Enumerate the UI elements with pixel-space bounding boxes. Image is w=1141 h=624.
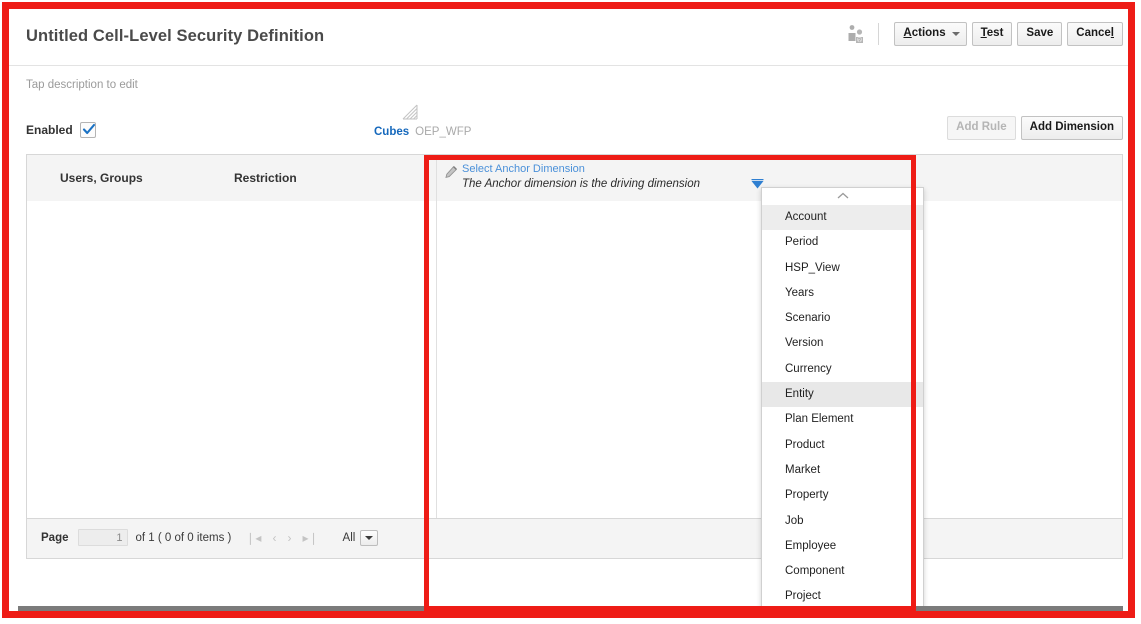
enabled-checkbox[interactable] xyxy=(79,122,96,138)
cancel-button[interactable]: Cancel xyxy=(1067,22,1123,46)
table-body xyxy=(27,201,1122,519)
next-page-icon[interactable]: › xyxy=(287,532,291,544)
add-rule-button[interactable]: Add Rule xyxy=(947,116,1016,140)
dropdown-item[interactable]: Plan Element xyxy=(762,407,923,432)
pencil-edit-icon[interactable] xyxy=(444,165,458,184)
select-anchor-dimension-link[interactable]: Select Anchor Dimension xyxy=(462,163,585,175)
save-label: Save xyxy=(1026,27,1054,39)
dropdown-item[interactable]: Entity xyxy=(762,382,923,408)
header-toolbar: ? Actions Test Save Cancel xyxy=(844,22,1123,46)
actions-accesskey: A xyxy=(903,27,912,39)
actions-button[interactable]: Actions xyxy=(894,22,967,46)
cubes-value: OEP_WFP xyxy=(415,126,472,138)
rows-per-page-selector[interactable]: All xyxy=(342,529,379,546)
horizontal-scrollbar[interactable] xyxy=(18,606,1123,615)
column-header-users-groups[interactable]: Users, Groups xyxy=(60,171,143,185)
dropdown-item[interactable]: Product xyxy=(762,433,923,458)
scrollbar-thumb[interactable] xyxy=(18,606,1123,615)
page-title: Untitled Cell-Level Security Definition xyxy=(26,27,325,45)
page-number-input[interactable]: 1 xyxy=(77,529,128,546)
dropdown-item[interactable]: Component xyxy=(762,559,923,584)
test-button[interactable]: Test xyxy=(971,22,1013,46)
users-icon[interactable]: ? xyxy=(844,23,868,45)
table-footer: Page 1 of 1 ( 0 of 0 items ) ❘◂ ‹ › ▸❘ A… xyxy=(27,518,1122,558)
page-total-text: of 1 ( 0 of 0 items ) xyxy=(135,531,232,544)
dropdown-item[interactable]: Version xyxy=(762,331,923,356)
chevron-down-icon xyxy=(951,32,960,36)
toolbar-divider xyxy=(878,23,880,45)
meta-row: Enabled Cubes OEP_WFP Add Rule Add Dimen… xyxy=(9,101,1132,149)
test-label: est xyxy=(986,27,1004,39)
rows-per-page-label: All xyxy=(342,531,356,544)
add-rule-label: Add Rule xyxy=(956,121,1007,133)
svg-text:?: ? xyxy=(858,38,861,44)
add-dimension-label: Add Dimension xyxy=(1029,121,1114,133)
anchor-dimension-hint: The Anchor dimension is the driving dime… xyxy=(462,178,701,190)
enabled-field: Enabled xyxy=(26,122,96,138)
cancel-label: Cance xyxy=(1076,27,1111,39)
chevron-up-icon xyxy=(837,192,848,199)
page-header: Untitled Cell-Level Security Definition … xyxy=(9,9,1132,66)
dropdown-item[interactable]: Years xyxy=(762,281,923,306)
first-page-icon[interactable]: ❘◂ xyxy=(245,532,261,544)
dropdown-item[interactable]: Account xyxy=(762,205,923,231)
enabled-label: Enabled xyxy=(26,123,73,137)
page-label: Page xyxy=(41,531,69,544)
dropdown-item[interactable]: HSP_View xyxy=(762,256,923,281)
security-rules-table: Users, Groups Restriction Select Anchor … xyxy=(26,154,1123,559)
meta-buttons: Add Rule Add Dimension xyxy=(942,116,1123,140)
pagination-control: Page 1 of 1 ( 0 of 0 items ) ❘◂ ‹ › ▸❘ A… xyxy=(41,529,379,546)
cubes-line: Cubes OEP_WFP xyxy=(374,126,471,138)
dropdown-item[interactable]: Market xyxy=(762,458,923,483)
pagination-nav-buttons: ❘◂ ‹ › ▸❘ xyxy=(245,532,318,544)
dropdown-item[interactable]: Period xyxy=(762,230,923,255)
add-dimension-button[interactable]: Add Dimension xyxy=(1020,116,1123,140)
dropdown-item[interactable]: Property xyxy=(762,483,923,508)
dropdown-item[interactable]: Job xyxy=(762,509,923,534)
anchor-dimension-dropdown[interactable]: Account Period HSP_View Years Scenario Versio… xyxy=(761,187,924,615)
dropdown-item-list: Account Period HSP_View Years Scenario Versio… xyxy=(762,205,923,610)
dropdown-scroll-up[interactable] xyxy=(762,188,923,205)
chevron-down-icon[interactable] xyxy=(360,529,379,546)
save-button[interactable]: Save xyxy=(1017,22,1063,46)
column-separator xyxy=(436,201,437,519)
cubes-label[interactable]: Cubes xyxy=(374,126,409,138)
dropdown-item[interactable]: Scenario xyxy=(762,306,923,331)
last-page-icon[interactable]: ▸❘ xyxy=(302,532,318,544)
cube-grid-icon xyxy=(401,103,421,128)
column-header-restriction[interactable]: Restriction xyxy=(234,171,297,185)
application-window: Untitled Cell-Level Security Definition … xyxy=(9,9,1132,615)
description-field[interactable]: Tap description to edit xyxy=(26,79,138,91)
actions-label-rest: ctions xyxy=(911,27,946,39)
cancel-accesskey: l xyxy=(1110,27,1114,39)
dropdown-item[interactable]: Currency xyxy=(762,357,923,382)
table-header-row: Users, Groups Restriction Select Anchor … xyxy=(27,155,1122,202)
dropdown-item[interactable]: Employee xyxy=(762,534,923,559)
checkmark-icon xyxy=(82,123,95,135)
prev-page-icon[interactable]: ‹ xyxy=(272,532,276,544)
